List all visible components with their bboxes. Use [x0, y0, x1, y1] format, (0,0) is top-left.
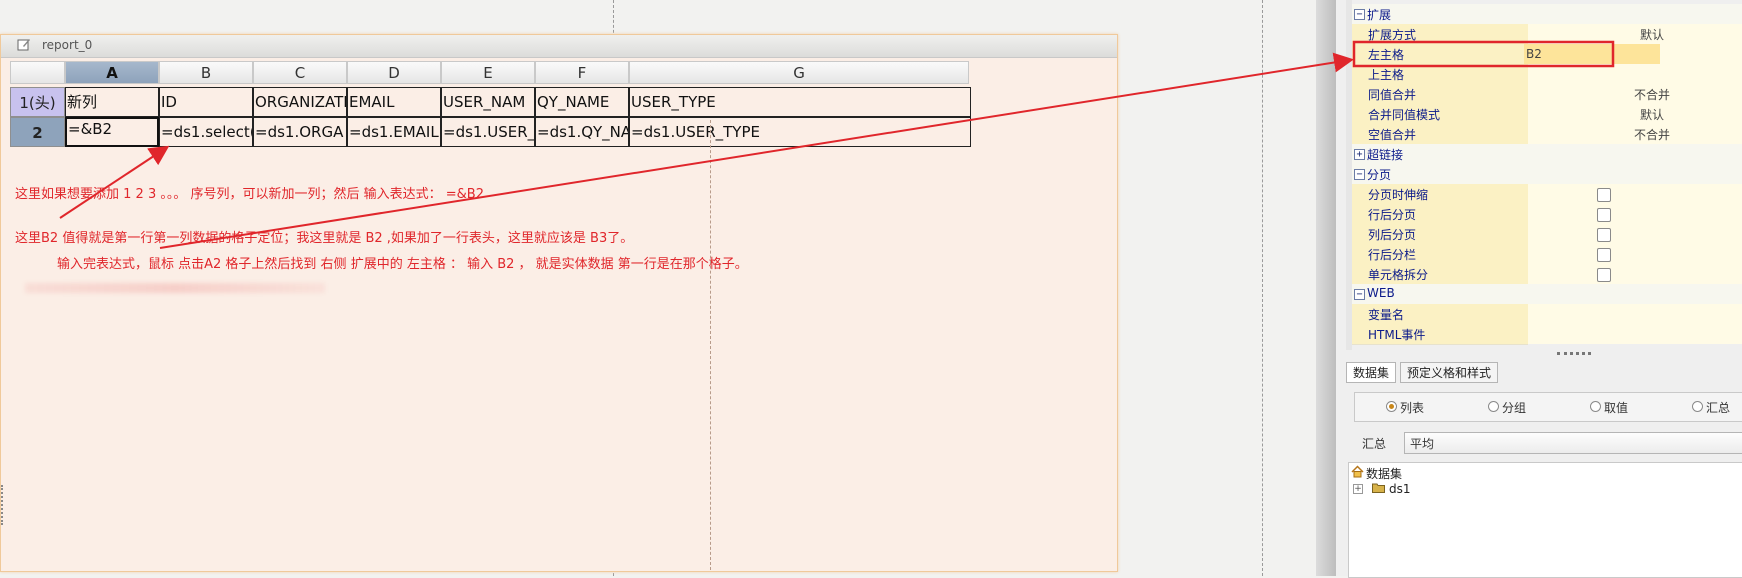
- annotation-overlay: [59, 40, 1615, 249]
